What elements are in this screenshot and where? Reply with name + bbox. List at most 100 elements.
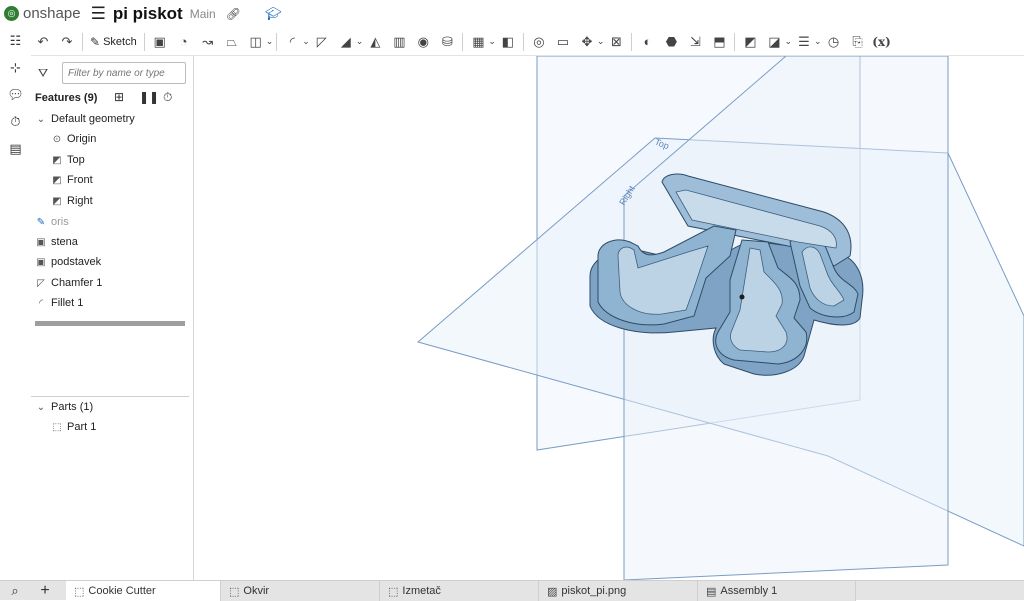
part-icon: ⬚ xyxy=(52,421,62,433)
tree-item-label: Origin xyxy=(67,133,97,145)
chamfer-icon[interactable]: ◸ xyxy=(310,30,334,54)
tab-label: Izmetač xyxy=(402,585,441,597)
mate-connector-icon[interactable]: ◪ xyxy=(762,30,786,54)
chevron-down-icon[interactable]: ⌄ xyxy=(266,36,274,47)
regen-timer-icon[interactable]: ⏱︎ xyxy=(163,90,172,105)
feature-item-chamfer[interactable]: ◸ Chamfer 1 xyxy=(31,273,194,293)
plane-icon: ◩ xyxy=(52,195,62,207)
shell-icon[interactable]: ▥ xyxy=(387,30,411,54)
chevron-down-icon[interactable]: ⌄ xyxy=(814,36,822,47)
link-icon[interactable]: 🔗︎ xyxy=(226,7,241,21)
feature-item-fillet[interactable]: ◜ Fillet 1 xyxy=(31,293,194,313)
chevron-down-icon[interactable]: ⌄ xyxy=(597,36,605,47)
chevron-down-icon[interactable]: ⌄ xyxy=(356,36,364,47)
bill-of-materials-icon[interactable]: ▤ xyxy=(0,135,31,162)
tab-assembly-1[interactable]: ▤ Assembly 1 xyxy=(698,581,856,601)
left-rail: ☷ ⊹ 💬︎ ⏱︎ ▤ xyxy=(0,27,31,580)
rollback-bar[interactable] xyxy=(35,321,185,326)
sketch-label: Sketch xyxy=(103,35,137,48)
history-icon[interactable]: ⏱︎ xyxy=(0,108,31,135)
feature-item-podstavek[interactable]: ▣ podstavek xyxy=(31,252,194,272)
tab-okvir[interactable]: ⬚ Okvir xyxy=(221,581,380,601)
loft-icon[interactable]: ⏢ xyxy=(220,30,244,54)
document-menu-button[interactable]: ☰ xyxy=(91,4,106,24)
add-folder-icon[interactable]: ⊞ xyxy=(114,90,124,104)
tree-item-origin[interactable]: ⊙ Origin xyxy=(31,129,194,149)
document-tabs: ⌕ + ⬚ Cookie Cutter ⬚ Okvir ⬚ Izmetač ▨ … xyxy=(0,580,1024,601)
onshape-logo[interactable]: ◎ onshape xyxy=(4,5,81,22)
default-geometry-label: Default geometry xyxy=(51,113,135,125)
chevron-down-icon[interactable]: ⌄ xyxy=(302,36,310,47)
delete-face-icon[interactable]: ⬣ xyxy=(659,30,683,54)
sweep-icon[interactable]: ↝ xyxy=(196,30,220,54)
custom-feature-icon[interactable]: ⎘ xyxy=(846,30,870,54)
cylinder-icon[interactable]: ⛁ xyxy=(435,30,459,54)
toolbar-divider xyxy=(276,32,278,51)
tab-label: Cookie Cutter xyxy=(88,585,156,597)
filter-input[interactable] xyxy=(62,62,186,84)
undo-icon[interactable]: ↶ xyxy=(31,30,55,54)
fillet-icon[interactable]: ◜ xyxy=(280,30,304,54)
feature-item-label: Fillet 1 xyxy=(51,297,84,309)
extrude-icon[interactable]: ▣ xyxy=(148,30,172,54)
tree-item-front-plane[interactable]: ◩ Front xyxy=(31,170,194,190)
rib-icon[interactable]: ◭ xyxy=(363,30,387,54)
part-origin-marker[interactable] xyxy=(739,294,745,300)
sketch-icon: ✎ xyxy=(36,216,46,228)
move-face-icon[interactable]: ⇲ xyxy=(683,30,707,54)
thicken-icon[interactable]: ◫ xyxy=(244,30,268,54)
feature-item-label: Chamfer 1 xyxy=(51,277,103,289)
variable-button[interactable]: (x) xyxy=(870,30,894,54)
parts-toggle[interactable]: ⌄ Parts (1) xyxy=(31,397,194,417)
filter-icon[interactable]: ⛛ xyxy=(38,66,48,81)
hole-icon[interactable]: ◉ xyxy=(411,30,435,54)
tab-cookie-cutter[interactable]: ⬚ Cookie Cutter xyxy=(66,581,221,601)
features-title: Features (9) xyxy=(35,92,98,104)
pattern-icon[interactable]: ▦ xyxy=(466,30,490,54)
feature-item-oris[interactable]: ✎ oris xyxy=(31,212,194,232)
replace-face-icon[interactable]: ⬒ xyxy=(707,30,731,54)
view-tabs-icon[interactable]: ⌕ xyxy=(0,581,30,601)
default-geometry-toggle[interactable]: ⌄ Default geometry xyxy=(31,109,194,129)
pause-icon[interactable]: ❚❚ xyxy=(139,90,159,104)
comments-icon[interactable]: 💬︎ xyxy=(0,81,31,108)
modify-fillet-icon[interactable]: ◐ xyxy=(635,30,659,54)
redo-icon[interactable]: ↷ xyxy=(55,30,79,54)
toolbar-divider xyxy=(82,32,83,51)
boolean-icon[interactable]: ◎ xyxy=(527,30,551,54)
tree-item-top-plane[interactable]: ◩ Top xyxy=(31,150,194,170)
viewport-canvas[interactable]: Top Right xyxy=(194,56,1024,580)
part-item[interactable]: ⬚ Part 1 xyxy=(31,417,194,437)
tree-item-right-plane[interactable]: ◩ Right xyxy=(31,191,194,211)
delete-part-icon[interactable]: ⊠ xyxy=(604,30,628,54)
branch-label[interactable]: Main xyxy=(190,7,216,21)
sketch-button[interactable]: ✎ Sketch xyxy=(86,30,141,54)
extrude-icon: ▣ xyxy=(36,236,46,248)
toolbar-divider xyxy=(522,32,524,51)
revolve-icon[interactable]: ◔ xyxy=(172,30,196,54)
transform-icon[interactable]: ✥ xyxy=(575,30,599,54)
chevron-down-icon[interactable]: ⌄ xyxy=(784,36,792,47)
document-title[interactable]: pi piskot xyxy=(113,4,183,24)
fillet-icon: ◜ xyxy=(39,297,43,309)
chevron-down-icon[interactable]: ⌄ xyxy=(488,36,496,47)
curve-icon[interactable]: ☰ xyxy=(792,30,816,54)
part-studio-icon: ⬚ xyxy=(229,585,240,598)
origin-icon: ⊙ xyxy=(52,133,62,145)
draft-icon[interactable]: ◢ xyxy=(334,30,358,54)
feature-list-icon[interactable]: ☷ xyxy=(0,27,31,54)
feature-item-label: oris xyxy=(51,216,69,228)
learning-center-icon[interactable]: 🎓︎ xyxy=(265,6,282,22)
tree-item-label: Front xyxy=(67,174,93,186)
mirror-icon[interactable]: ◧ xyxy=(496,30,520,54)
tab-izmetac[interactable]: ⬚ Izmetač xyxy=(380,581,539,601)
insert-icon[interactable]: ⊹ xyxy=(0,54,31,81)
feature-item-stena[interactable]: ▣ stena xyxy=(31,232,194,252)
assembly-icon: ▤ xyxy=(706,585,717,598)
graphics-viewport[interactable]: Top Right xyxy=(194,56,1024,580)
plane-icon[interactable]: ◩ xyxy=(738,30,762,54)
measure-icon[interactable]: ◷ xyxy=(822,30,846,54)
add-tab-button[interactable]: + xyxy=(31,581,59,601)
tab-piskot-pi-png[interactable]: ▨ piskot_pi.png xyxy=(539,581,698,601)
split-icon[interactable]: ▭ xyxy=(551,30,575,54)
